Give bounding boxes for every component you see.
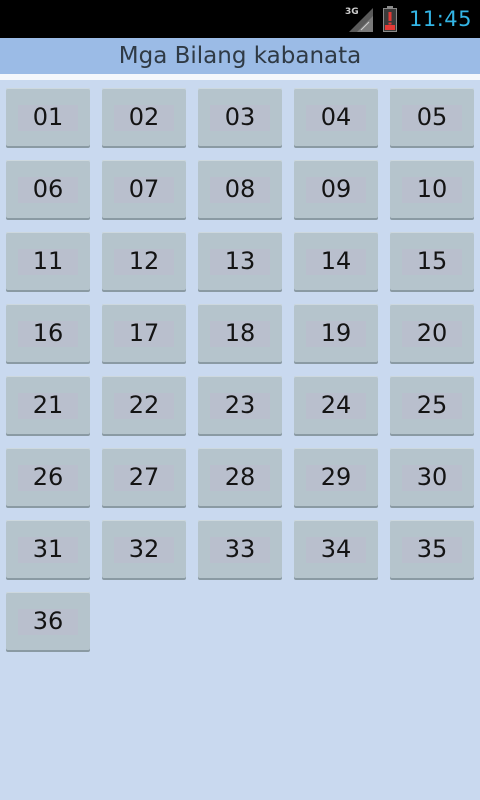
chapter-button[interactable]: 17: [102, 304, 186, 362]
chapter-button[interactable]: 13: [198, 232, 282, 290]
chapter-number: 25: [416, 391, 448, 419]
chapter-number: 35: [416, 535, 448, 563]
chapter-number: 36: [32, 607, 64, 635]
chapter-number: 33: [224, 535, 256, 563]
chapter-button[interactable]: 33: [198, 520, 282, 578]
chapter-button[interactable]: 22: [102, 376, 186, 434]
chapter-number: 22: [128, 391, 160, 419]
chapter-button[interactable]: 20: [390, 304, 474, 362]
chapter-number: 06: [32, 175, 64, 203]
chapter-button[interactable]: 31: [6, 520, 90, 578]
chapter-button[interactable]: 35: [390, 520, 474, 578]
chapter-number: 31: [32, 535, 64, 563]
chapter-number: 03: [224, 103, 256, 131]
chapter-button[interactable]: 10: [390, 160, 474, 218]
chapter-button[interactable]: 12: [102, 232, 186, 290]
chapter-number: 27: [128, 463, 160, 491]
title-bar: Mga Bilang kabanata: [0, 38, 480, 74]
chapter-button[interactable]: 32: [102, 520, 186, 578]
chapter-number: 28: [224, 463, 256, 491]
chapter-number: 32: [128, 535, 160, 563]
chapter-button[interactable]: 05: [390, 88, 474, 146]
chapter-button[interactable]: 06: [6, 160, 90, 218]
chapter-number: 01: [32, 103, 64, 131]
chapter-number: 23: [224, 391, 256, 419]
chapter-button[interactable]: 23: [198, 376, 282, 434]
chapter-number: 21: [32, 391, 64, 419]
chapter-button[interactable]: 18: [198, 304, 282, 362]
signal-icon: 3G: [345, 4, 375, 34]
chapter-button[interactable]: 26: [6, 448, 90, 506]
chapter-number: 05: [416, 103, 448, 131]
chapter-button[interactable]: 14: [294, 232, 378, 290]
title-divider: [0, 74, 480, 80]
chapter-button[interactable]: 29: [294, 448, 378, 506]
chapter-button[interactable]: 16: [6, 304, 90, 362]
chapter-number: 15: [416, 247, 448, 275]
chapter-number: 09: [320, 175, 352, 203]
chapter-button[interactable]: 08: [198, 160, 282, 218]
chapter-number: 07: [128, 175, 160, 203]
chapter-button[interactable]: 02: [102, 88, 186, 146]
chapter-number: 19: [320, 319, 352, 347]
chapter-number: 14: [320, 247, 352, 275]
chapter-button[interactable]: 27: [102, 448, 186, 506]
status-icons: 3G 11:45: [345, 0, 472, 38]
chapter-number: 13: [224, 247, 256, 275]
chapter-number: 16: [32, 319, 64, 347]
chapter-button[interactable]: 30: [390, 448, 474, 506]
chapter-number: 02: [128, 103, 160, 131]
chapter-number: 08: [224, 175, 256, 203]
chapter-number: 04: [320, 103, 352, 131]
battery-alert-icon: [382, 6, 397, 32]
chapter-button[interactable]: 28: [198, 448, 282, 506]
chapter-button[interactable]: 09: [294, 160, 378, 218]
chapter-number: 11: [32, 247, 64, 275]
chapter-button[interactable]: 04: [294, 88, 378, 146]
chapter-number: 12: [128, 247, 160, 275]
chapter-number: 29: [320, 463, 352, 491]
chapter-number: 18: [224, 319, 256, 347]
chapter-number: 34: [320, 535, 352, 563]
clock: 11:45: [408, 7, 472, 31]
chapter-button[interactable]: 34: [294, 520, 378, 578]
chapter-button[interactable]: 15: [390, 232, 474, 290]
page-title: Mga Bilang kabanata: [118, 43, 362, 69]
chapter-button[interactable]: 19: [294, 304, 378, 362]
chapter-number: 24: [320, 391, 352, 419]
chapter-button[interactable]: 03: [198, 88, 282, 146]
chapter-button[interactable]: 24: [294, 376, 378, 434]
chapter-number: 10: [416, 175, 448, 203]
chapter-button[interactable]: 25: [390, 376, 474, 434]
chapter-number: 30: [416, 463, 448, 491]
chapter-number: 17: [128, 319, 160, 347]
chapter-button[interactable]: 07: [102, 160, 186, 218]
chapter-number: 20: [416, 319, 448, 347]
chapter-button[interactable]: 11: [6, 232, 90, 290]
status-bar: 3G 11:45: [0, 0, 480, 38]
chapter-button[interactable]: 36: [6, 592, 90, 650]
chapter-button[interactable]: 21: [6, 376, 90, 434]
chapter-button[interactable]: 01: [6, 88, 90, 146]
chapter-number: 26: [32, 463, 64, 491]
